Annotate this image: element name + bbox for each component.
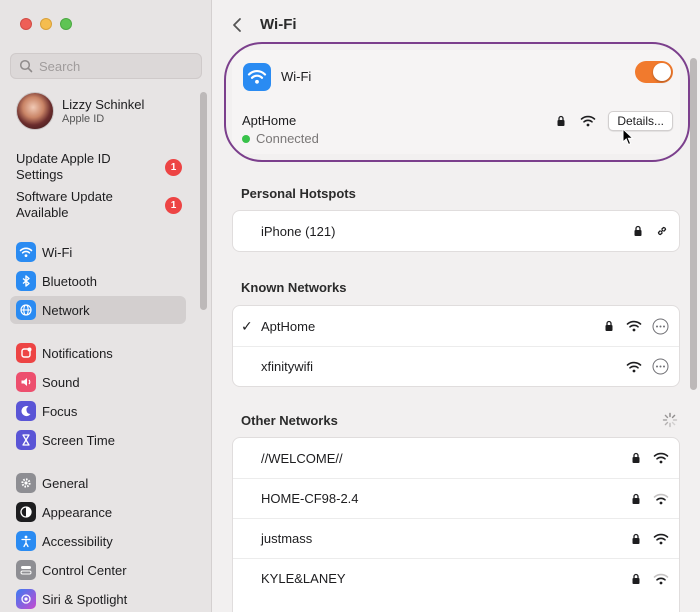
window-controls [20, 18, 72, 30]
link-icon [657, 226, 667, 236]
accessibility-icon [16, 531, 36, 551]
sidebar-item-focus[interactable]: Focus [10, 397, 186, 425]
sidebar-item-notifications[interactable]: Notifications [10, 339, 186, 367]
wifi-signal-icon [653, 452, 669, 464]
list-item[interactable]: //WELCOME// [233, 438, 679, 478]
main-scrollbar[interactable] [690, 58, 697, 390]
globe-icon [16, 300, 36, 320]
search-field[interactable] [10, 53, 202, 79]
network-name: xfinitywifi [261, 359, 314, 374]
network-name: KYLE&LANEY [261, 571, 346, 586]
sidebar-item-bluetooth[interactable]: Bluetooth [10, 267, 186, 295]
wifi-pane: Wi-Fi Wi-Fi AptHome Connected Details...… [212, 0, 700, 612]
bell-icon [16, 343, 36, 363]
notice-text: Update Apple ID Settings [16, 151, 111, 182]
sidebar-item-general[interactable]: General [10, 469, 186, 497]
search-input[interactable] [39, 58, 189, 74]
gear-icon [16, 473, 36, 493]
sidebar-item-label: Wi-Fi [42, 244, 73, 260]
avatar [16, 92, 54, 130]
search-icon [19, 59, 33, 73]
sidebar-item-label: Focus [42, 403, 78, 419]
apple-id-profile[interactable]: Lizzy Schinkel Apple ID [16, 92, 144, 130]
sidebar-item-sound[interactable]: Sound [10, 368, 186, 396]
list-item[interactable]: xfinitywifi [233, 346, 679, 386]
mouse-cursor-icon [622, 128, 634, 146]
sidebar-item-label: General [42, 475, 89, 491]
sidebar-item-wifi[interactable]: Wi-Fi [10, 238, 186, 266]
sidebar-item-label: Screen Time [42, 432, 115, 448]
wifi-signal-icon [626, 320, 642, 332]
lock-icon [634, 225, 642, 236]
sidebar: Lizzy Schinkel Apple ID Update Apple ID … [0, 0, 212, 612]
sidebar-scrollbar[interactable] [200, 92, 207, 310]
lock-icon [632, 533, 640, 544]
update-apple-id-notice[interactable]: Update Apple ID Settings 1 [16, 151, 196, 183]
more-options-icon[interactable] [652, 318, 669, 335]
notification-badge: 1 [165, 158, 182, 176]
sidebar-item-label: Control Center [42, 562, 127, 578]
section-title-other-networks: Other Networks [241, 413, 338, 428]
list-item[interactable]: HOME-CF98-2.4 [233, 478, 679, 518]
sidebar-item-network[interactable]: Network [10, 296, 186, 324]
network-name: HOME-CF98-2.4 [261, 491, 359, 506]
list-item[interactable]: KYLE&LANEY [233, 558, 679, 598]
personal-hotspots-list: iPhone (121) [232, 210, 680, 252]
highlight-ring [224, 42, 690, 162]
checkmark-icon: ✓ [241, 317, 253, 334]
lock-icon [632, 573, 640, 584]
hourglass-icon [16, 430, 36, 450]
sidebar-item-control-center[interactable]: Control Center [10, 556, 186, 584]
lock-icon [632, 452, 640, 463]
sidebar-item-label: Accessibility [42, 533, 113, 549]
wifi-signal-icon [653, 493, 669, 504]
minimize-window-button[interactable] [40, 18, 52, 30]
sidebar-item-siri-spotlight[interactable]: Siri & Spotlight [10, 585, 186, 612]
page-title: Wi-Fi [260, 16, 297, 33]
appearance-icon [16, 502, 36, 522]
settings-window: Lizzy Schinkel Apple ID Update Apple ID … [0, 0, 700, 612]
list-item[interactable]: justmass [233, 518, 679, 558]
known-networks-list: ✓ AptHome xfinitywifi [232, 305, 680, 387]
wifi-icon [16, 242, 36, 262]
sidebar-item-label: Bluetooth [42, 273, 97, 289]
network-name: AptHome [261, 318, 316, 334]
sidebar-item-label: Siri & Spotlight [42, 591, 128, 607]
sidebar-item-label: Sound [42, 374, 80, 390]
sidebar-item-accessibility[interactable]: Accessibility [10, 527, 186, 555]
sidebar-item-label: Notifications [42, 345, 113, 361]
sidebar-item-label: Network [42, 302, 90, 318]
moon-icon [16, 401, 36, 421]
lock-icon [605, 320, 613, 331]
close-window-button[interactable] [20, 18, 32, 30]
network-name: //WELCOME// [261, 450, 343, 466]
network-name: iPhone (121) [261, 223, 336, 239]
wifi-signal-icon [653, 533, 669, 544]
wifi-signal-icon [653, 573, 669, 584]
list-item[interactable]: ✓ AptHome [233, 306, 679, 346]
user-subtitle: Apple ID [62, 113, 105, 125]
lock-icon [632, 493, 640, 504]
section-title-personal-hotspots: Personal Hotspots [241, 186, 356, 201]
section-title-known-networks: Known Networks [241, 280, 347, 295]
sidebar-item-appearance[interactable]: Appearance [10, 498, 186, 526]
software-update-notice[interactable]: Software Update Available 1 [16, 189, 196, 221]
network-name: justmass [261, 531, 313, 546]
loading-spinner-icon [662, 412, 678, 428]
notice-text: Software Update Available [16, 189, 113, 220]
siri-icon [16, 589, 36, 609]
notification-badge: 1 [165, 196, 182, 214]
other-networks-list: //WELCOME// HOME-CF98-2.4 justmass KYLE&… [232, 437, 680, 612]
list-item[interactable]: iPhone (121) [233, 211, 679, 251]
zoom-window-button[interactable] [60, 18, 72, 30]
back-chevron-icon[interactable] [230, 17, 244, 33]
more-options-icon[interactable] [652, 358, 669, 375]
wifi-signal-icon [626, 361, 642, 372]
speaker-icon [16, 372, 36, 392]
sidebar-item-screen-time[interactable]: Screen Time [10, 426, 186, 454]
bluetooth-icon [16, 271, 36, 291]
user-name: Lizzy Schinkel [62, 97, 145, 112]
control-center-icon [16, 560, 36, 580]
sidebar-item-label: Appearance [42, 504, 113, 520]
